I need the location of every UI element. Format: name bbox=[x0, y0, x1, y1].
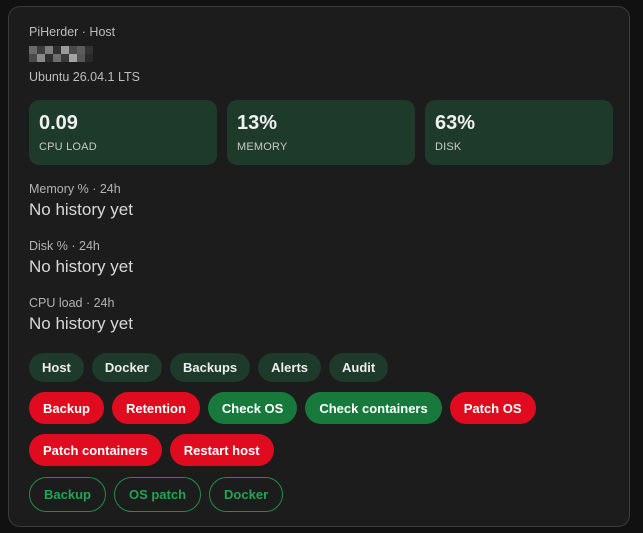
history-disk: Disk % · 24h No history yet bbox=[29, 239, 133, 277]
stat-disk: 63% DISK bbox=[425, 100, 613, 165]
host-card: PiHerder · Host Ubuntu 26.04.1 LTS 0.09 … bbox=[8, 6, 630, 527]
history-label: Disk % · 24h bbox=[29, 239, 100, 253]
stat-cpu-load: 0.09 CPU LOAD bbox=[29, 100, 217, 165]
stat-label: DISK bbox=[435, 141, 462, 153]
check-os-button[interactable]: Check OS bbox=[207, 392, 298, 424]
actions-row-2: Patch containers Restart host bbox=[29, 434, 274, 466]
history-label: CPU load · 24h bbox=[29, 296, 115, 310]
tab-backups[interactable]: Backups bbox=[169, 353, 251, 382]
history-label: Memory % · 24h bbox=[29, 182, 121, 196]
card-header: PiHerder · Host Ubuntu 26.04.1 LTS bbox=[29, 25, 140, 85]
tab-docker[interactable]: Docker bbox=[91, 353, 162, 382]
restart-host-button[interactable]: Restart host bbox=[169, 434, 274, 466]
tab-alerts[interactable]: Alerts bbox=[258, 353, 322, 382]
history-cpu: CPU load · 24h No history yet bbox=[29, 296, 133, 334]
history-empty-text: No history yet bbox=[29, 200, 133, 219]
backup-outline-button[interactable]: Backup bbox=[29, 477, 106, 512]
stats-row: 0.09 CPU LOAD 13% MEMORY 63% DISK bbox=[29, 100, 613, 165]
hostname-redacted bbox=[29, 46, 93, 62]
docker-outline-button[interactable]: Docker bbox=[209, 477, 284, 512]
stat-label: MEMORY bbox=[237, 141, 288, 153]
history-memory: Memory % · 24h No history yet bbox=[29, 182, 133, 220]
patch-os-button[interactable]: Patch OS bbox=[449, 392, 536, 424]
nav-tabs: Host Docker Backups Alerts Audit bbox=[29, 353, 389, 382]
history-empty-text: No history yet bbox=[29, 257, 133, 276]
tab-host[interactable]: Host bbox=[29, 353, 84, 382]
patch-containers-button[interactable]: Patch containers bbox=[29, 434, 162, 466]
stat-memory: 13% MEMORY bbox=[227, 100, 415, 165]
check-containers-button[interactable]: Check containers bbox=[305, 392, 442, 424]
actions-row-1: Backup Retention Check OS Check containe… bbox=[29, 392, 536, 424]
history-empty-text: No history yet bbox=[29, 314, 133, 333]
os-patch-outline-button[interactable]: OS patch bbox=[113, 477, 202, 512]
tab-audit[interactable]: Audit bbox=[329, 353, 389, 382]
os-version: Ubuntu 26.04.1 LTS bbox=[29, 70, 140, 84]
outline-actions-row: Backup OS patch Docker bbox=[29, 477, 284, 512]
stat-label: CPU LOAD bbox=[39, 141, 97, 153]
stat-value: 63% bbox=[435, 112, 476, 134]
retention-button[interactable]: Retention bbox=[111, 392, 200, 424]
stat-value: 0.09 bbox=[39, 112, 78, 134]
card-subtitle: PiHerder · Host bbox=[29, 25, 116, 39]
backup-button[interactable]: Backup bbox=[29, 392, 104, 424]
stat-value: 13% bbox=[237, 112, 278, 134]
